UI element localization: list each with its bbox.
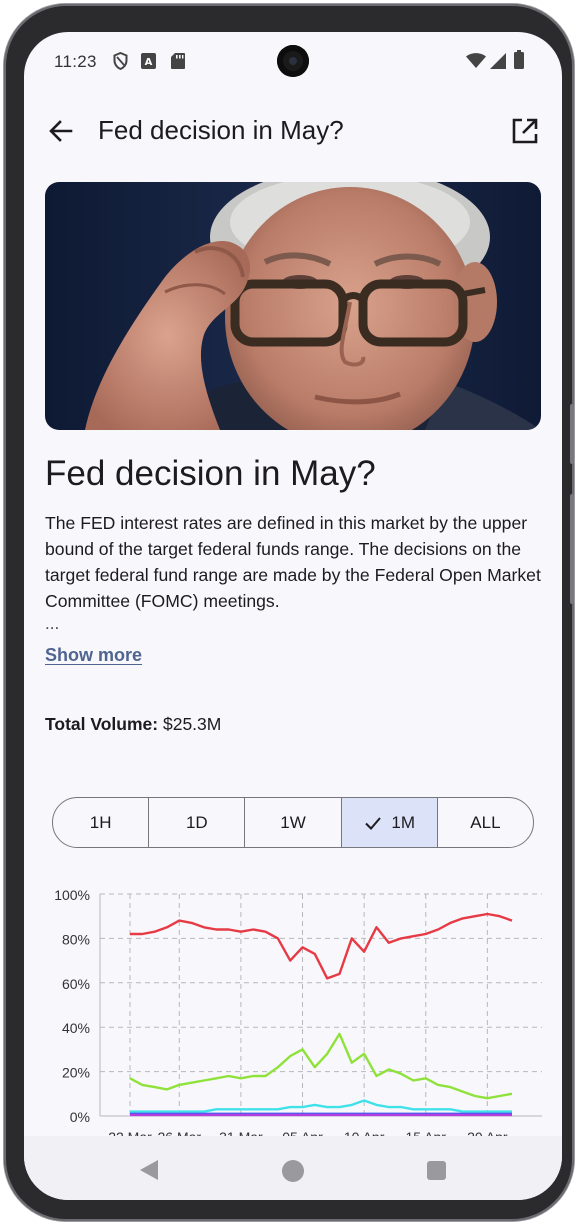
description-ellipsis: ... <box>45 614 60 633</box>
y-tick-label: 60% <box>62 976 90 992</box>
show-more-link[interactable]: Show more <box>45 645 142 666</box>
total-volume-value: $25.3M <box>162 714 222 734</box>
segment-1w-label: 1W <box>280 812 306 832</box>
market-description: The FED interest rates are defined in th… <box>45 513 541 611</box>
series-line-0 <box>130 912 513 980</box>
segment-all[interactable]: ALL <box>436 798 533 847</box>
volume-button <box>570 404 574 464</box>
y-tick-label: 40% <box>62 1020 90 1036</box>
segment-1d-label: 1D <box>185 812 208 832</box>
app-bar: Fed decision in May? <box>24 104 562 156</box>
total-volume-label: Total Volume: <box>45 714 159 734</box>
status-bar: 11:23 A <box>24 32 562 90</box>
market-title: Fed decision in May? <box>45 454 376 493</box>
time-range-selector: 1H 1D 1W 1M ALL <box>52 797 534 848</box>
wifi-icon <box>466 53 486 68</box>
segment-all-label: ALL <box>470 812 501 832</box>
segment-1h-label: 1H <box>89 812 112 832</box>
y-tick-label: 0% <box>70 1109 90 1125</box>
screen: 11:23 A Fed decision in May? Fed decisio… <box>24 32 562 1200</box>
arrow-back-icon[interactable] <box>46 116 76 146</box>
front-camera <box>277 45 309 77</box>
svg-text:A: A <box>145 57 153 68</box>
y-tick-label: 100% <box>54 887 90 903</box>
segment-1h[interactable]: 1H <box>53 798 148 847</box>
power-button <box>570 494 574 604</box>
series-line-2 <box>130 1099 512 1113</box>
total-volume: Total Volume: $25.3M <box>45 714 221 735</box>
app-bar-title: Fed decision in May? <box>98 115 344 145</box>
check-icon <box>365 816 382 830</box>
nav-recents-icon[interactable] <box>427 1161 446 1180</box>
battery-icon <box>514 50 524 69</box>
segment-1d[interactable]: 1D <box>148 798 244 847</box>
segment-1m-label: 1M <box>391 812 416 832</box>
y-tick-label: 20% <box>62 1065 90 1081</box>
shield-icon <box>113 52 128 70</box>
series-line-1 <box>129 1032 513 1100</box>
navigation-bar <box>24 1136 562 1200</box>
status-time: 11:23 <box>54 52 97 71</box>
segment-1w[interactable]: 1W <box>244 798 340 847</box>
probability-chart: 0%20%40%60%80%100%22 Mar 26 Mar 31 Mar 05 A… <box>54 887 542 1140</box>
signal-icon <box>490 53 506 69</box>
open-in-new-icon[interactable] <box>510 116 540 146</box>
accessibility-icon: A <box>141 53 156 69</box>
phone-frame: 11:23 A Fed decision in May? Fed decisio… <box>4 4 574 1221</box>
segment-1m[interactable]: 1M <box>340 798 437 847</box>
sd-card-icon <box>171 53 185 69</box>
y-tick-label: 80% <box>62 931 90 947</box>
market-image <box>45 182 541 430</box>
nav-home-icon[interactable] <box>282 1160 304 1182</box>
nav-back-icon[interactable] <box>138 1159 160 1181</box>
